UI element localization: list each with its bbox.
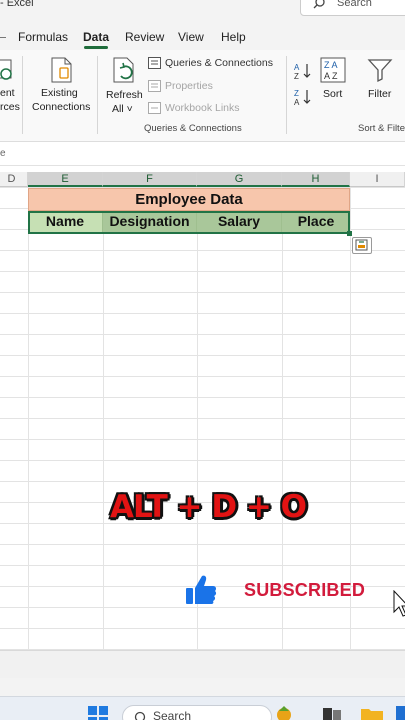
gridline [28,187,29,650]
column-header-e[interactable]: E [28,172,103,187]
existing-connections-icon [51,57,72,83]
thumbs-up-icon [186,575,217,604]
svg-text:A: A [294,63,300,72]
title-search-label: Search [337,0,372,9]
gridline [103,187,104,650]
window-title: - Excel [0,0,34,9]
ribbon-divider [97,56,98,134]
search-icon [134,711,146,720]
sort-a-to-z-icon[interactable]: AZ [294,62,312,80]
formula-bar[interactable]: e [0,142,405,166]
taskbar-app-icon[interactable] [396,706,405,720]
header-cell-name[interactable]: Name [28,211,103,233]
refresh-all-label-2[interactable]: All ˅ [112,103,133,115]
tab-help[interactable]: Help [221,30,246,44]
ribbon-tabs: Formulas Data Review View Help [0,20,405,50]
fill-handle[interactable] [347,231,352,236]
column-headers: D E F G H I [0,172,405,187]
windows-start-icon[interactable] [88,706,108,720]
subscribed-label: SUBSCRIBED [244,580,366,600]
queries-connections-icon [148,57,161,69]
tab-review[interactable]: Review [125,30,164,44]
filter-icon [367,59,393,83]
windows-taskbar: Search [0,696,405,720]
column-header-d[interactable]: D [0,172,28,187]
filter-button[interactable]: Filter [368,88,391,100]
svg-text:Z: Z [294,89,299,98]
svg-text:A: A [294,98,300,106]
get-data-label-2[interactable]: rces [0,101,20,113]
column-header-i[interactable]: I [350,172,405,187]
group-label-queries: Queries & Connections [144,123,242,134]
column-header-h[interactable]: H [282,172,350,187]
workbook-links-button[interactable]: Workbook Links [165,102,240,114]
header-cell-place[interactable]: Place [282,211,350,233]
column-header-f[interactable]: F [103,172,197,187]
ribbon-divider [22,56,23,134]
tab-formulas[interactable]: Formulas [18,30,68,44]
header-cell-designation[interactable]: Designation [103,211,197,233]
sort-icon: Z AA Z [320,57,346,83]
taskbar-search-label: Search [153,709,192,720]
queries-connections-button[interactable]: Queries & Connections [165,57,273,69]
search-icon [313,0,325,9]
quick-analysis-button[interactable] [352,237,372,254]
tab-data[interactable]: Data [83,30,109,44]
svg-text:Z A: Z A [324,60,338,70]
ribbon-divider [286,56,287,134]
excel-window: - Excel Search Formulas Data Review View… [0,0,405,720]
title-bar: - Excel Search [0,0,405,20]
svg-text:A Z: A Z [324,71,338,81]
quick-analysis-icon [355,239,368,251]
active-tab-indicator [84,46,108,49]
existing-connections-label-2[interactable]: Connections [32,101,90,113]
mouse-cursor-icon [393,590,405,617]
formula-bar-partial-text: e [0,148,6,159]
sort-z-to-a-icon[interactable]: ZA [294,88,312,106]
sort-button[interactable]: Sort [323,88,342,100]
taskbar-widget-icon[interactable] [273,705,295,720]
properties-button[interactable]: Properties [165,80,213,92]
existing-connections-label-1[interactable]: Existing [41,87,78,99]
task-view-icon[interactable] [322,707,342,720]
header-cell-salary[interactable]: Salary [197,211,282,233]
get-data-icon [0,59,12,80]
tab-partial [0,37,6,38]
refresh-all-icon [113,57,134,83]
group-label-sort-filter: Sort & Filter [358,123,405,134]
status-bar [0,678,405,696]
shortcut-overlay-text: ALT + D + O [110,489,307,525]
refresh-all-label-1[interactable]: Refresh [106,89,143,101]
workbook-links-icon [148,102,161,114]
tab-view[interactable]: View [178,30,204,44]
table-title-cell[interactable]: Employee Data [28,188,350,211]
sheet-tab-bar [0,650,405,678]
data-ribbon: ent rces Existing Connections Refresh Al… [0,50,405,142]
properties-icon [148,80,161,92]
file-explorer-icon[interactable] [360,706,384,720]
get-data-label-1[interactable]: ent [0,87,15,99]
taskbar-search-box[interactable]: Search [122,705,272,720]
title-search-box[interactable]: Search [300,0,405,16]
svg-text:Z: Z [294,72,299,80]
column-header-g[interactable]: G [197,172,282,187]
